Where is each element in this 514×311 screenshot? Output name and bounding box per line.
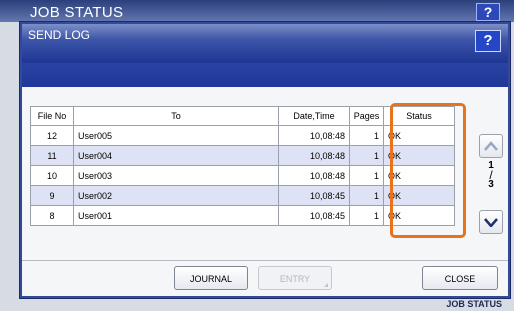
chevron-down-icon <box>484 218 498 227</box>
cell-pages: 1 <box>349 125 384 146</box>
page-indicator: 1 / 3 <box>479 160 503 190</box>
entry-button[interactable]: ENTRY <box>258 266 332 290</box>
cell-to: User003 <box>73 165 279 186</box>
cell-to: User005 <box>73 125 279 146</box>
header-to: To <box>73 106 279 126</box>
cell-file-no: 8 <box>30 205 74 226</box>
send-log-dialog: SEND LOG ? File No To Date,Time Pages St… <box>20 22 510 298</box>
cell-pages: 1 <box>349 205 384 226</box>
cell-file-no: 10 <box>30 165 74 186</box>
job-status-help-button[interactable]: ? <box>476 3 500 21</box>
dialog-subheader-bar <box>22 63 508 87</box>
cell-pages: 1 <box>349 185 384 206</box>
status-column-highlight <box>390 103 466 238</box>
cell-date-time: 10,08:48 <box>278 145 350 166</box>
cell-pages: 1 <box>349 145 384 166</box>
job-status-title: JOB STATUS <box>30 4 124 21</box>
cell-date-time: 10,08:48 <box>278 125 350 146</box>
cell-file-no: 11 <box>30 145 74 166</box>
header-file-no: File No <box>30 106 74 126</box>
cell-date-time: 10,08:45 <box>278 185 350 206</box>
journal-button[interactable]: JOURNAL <box>174 266 248 290</box>
cell-pages: 1 <box>349 165 384 186</box>
cell-date-time: 10,08:45 <box>278 205 350 226</box>
cell-to: User002 <box>73 185 279 206</box>
footer-divider <box>22 260 508 261</box>
cell-to: User004 <box>73 145 279 166</box>
cell-file-no: 9 <box>30 185 74 206</box>
chevron-up-icon <box>484 141 498 151</box>
scroll-up-button[interactable] <box>479 134 503 158</box>
total-pages: 3 <box>488 179 494 190</box>
header-pages: Pages <box>349 106 384 126</box>
job-status-tab[interactable]: JOB STATUS <box>446 299 502 309</box>
header-date-time: Date,Time <box>278 106 350 126</box>
page-separator: / <box>489 168 493 182</box>
entry-button-label: ENTRY <box>279 274 311 284</box>
close-button[interactable]: CLOSE <box>422 266 498 290</box>
corner-icon <box>324 283 328 287</box>
cell-to: User001 <box>73 205 279 226</box>
scroll-down-button[interactable] <box>479 210 503 234</box>
dialog-help-button[interactable]: ? <box>475 30 501 52</box>
cell-date-time: 10,08:48 <box>278 165 350 186</box>
cell-file-no: 12 <box>30 125 74 146</box>
dialog-titlebar: SEND LOG ? <box>22 24 508 63</box>
dialog-title: SEND LOG <box>28 28 91 42</box>
